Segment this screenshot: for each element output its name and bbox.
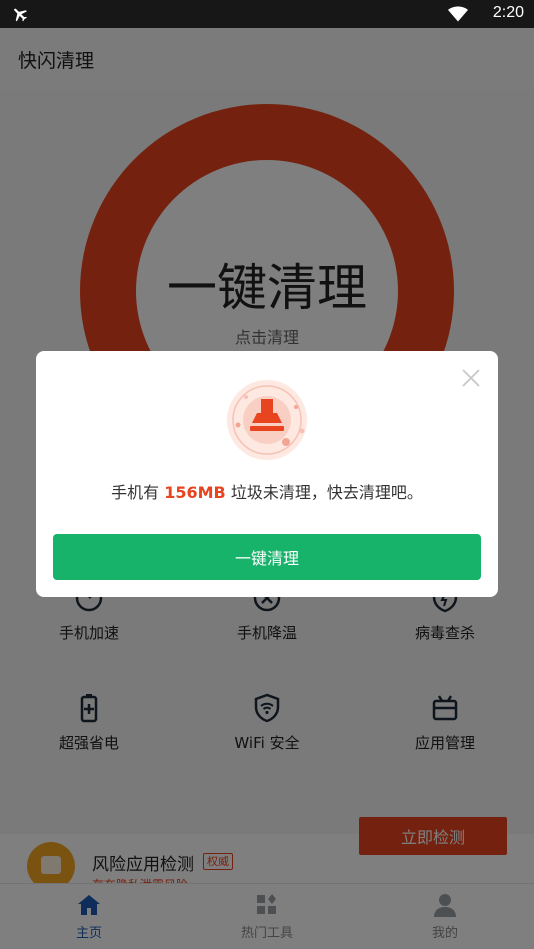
status-bar: 2:20 (0, 0, 534, 28)
airplane-mode-icon (14, 8, 27, 22)
one-key-clean-button[interactable]: 一键清理 (53, 534, 481, 580)
wifi-icon (448, 6, 468, 22)
status-time: 2:20 (492, 4, 524, 21)
junk-size: 156MB (164, 483, 226, 502)
junk-message-suffix: 垃圾未清理，快去清理吧。 (225, 483, 423, 502)
junk-message-prefix: 手机有 (111, 483, 165, 502)
junk-alert-dialog: 手机有 156MB 垃圾未清理，快去清理吧。 一键清理 (36, 351, 498, 597)
junk-message: 手机有 156MB 垃圾未清理，快去清理吧。 (36, 479, 498, 503)
close-icon[interactable] (460, 367, 482, 389)
broom-clean-icon (227, 380, 307, 460)
